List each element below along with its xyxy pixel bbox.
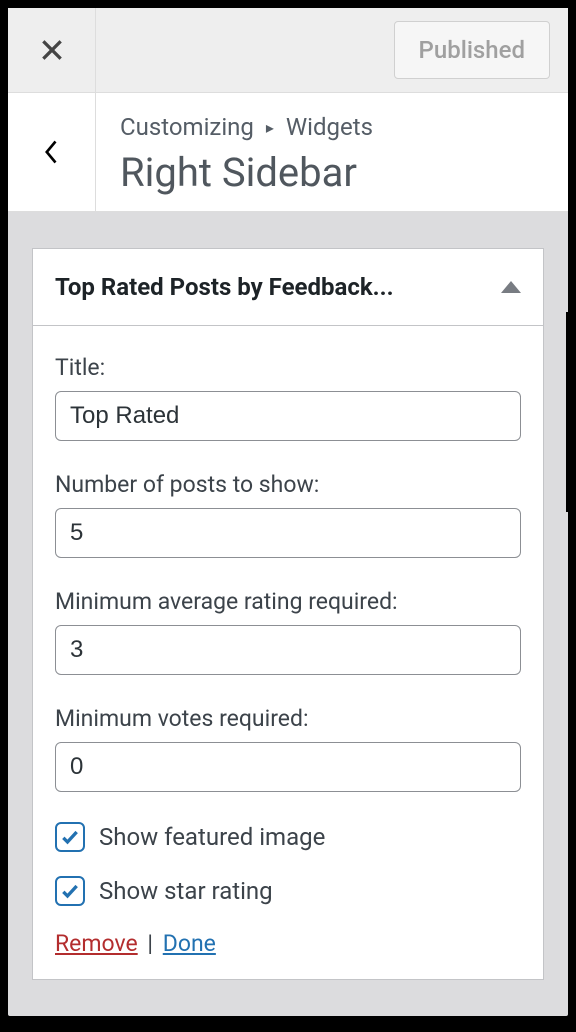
back-button[interactable] — [8, 93, 96, 211]
close-icon — [39, 37, 65, 63]
count-label: Number of posts to show: — [55, 471, 521, 498]
breadcrumb: Customizing ▸ Widgets — [120, 113, 548, 141]
widget-title: Top Rated Posts by Feedback... — [55, 273, 394, 301]
collapse-up-icon — [501, 281, 521, 293]
breadcrumb-section: Widgets — [286, 113, 373, 141]
show-featured-label: Show featured image — [99, 823, 325, 851]
check-icon — [60, 827, 80, 847]
title-label: Title: — [55, 354, 521, 381]
breadcrumb-separator-icon: ▸ — [266, 118, 274, 137]
check-icon — [60, 881, 80, 901]
breadcrumb-root: Customizing — [120, 113, 254, 141]
minrating-input[interactable] — [55, 625, 521, 675]
widget-actions: Remove | Done — [55, 930, 521, 957]
show-star-label: Show star rating — [99, 877, 273, 905]
count-input[interactable] — [55, 508, 521, 558]
topbar: Published — [8, 8, 568, 93]
minrating-label: Minimum average rating required: — [55, 588, 521, 615]
widget-panel: Top Rated Posts by Feedback... Title: Nu… — [32, 248, 544, 980]
remove-link[interactable]: Remove — [55, 930, 138, 957]
minvotes-label: Minimum votes required: — [55, 705, 521, 732]
publish-status-button[interactable]: Published — [394, 21, 550, 79]
close-button[interactable] — [8, 8, 96, 93]
chevron-left-icon — [41, 138, 63, 166]
show-star-checkbox[interactable] — [55, 876, 85, 906]
title-input[interactable] — [55, 391, 521, 441]
page-title: Right Sidebar — [120, 149, 548, 196]
widget-header[interactable]: Top Rated Posts by Feedback... — [33, 249, 543, 326]
minvotes-input[interactable] — [55, 742, 521, 792]
action-separator: | — [147, 930, 153, 957]
done-link[interactable]: Done — [163, 930, 216, 957]
preview-scrollbar[interactable] — [566, 312, 576, 512]
section-header: Customizing ▸ Widgets Right Sidebar — [8, 93, 568, 212]
show-featured-checkbox[interactable] — [55, 822, 85, 852]
